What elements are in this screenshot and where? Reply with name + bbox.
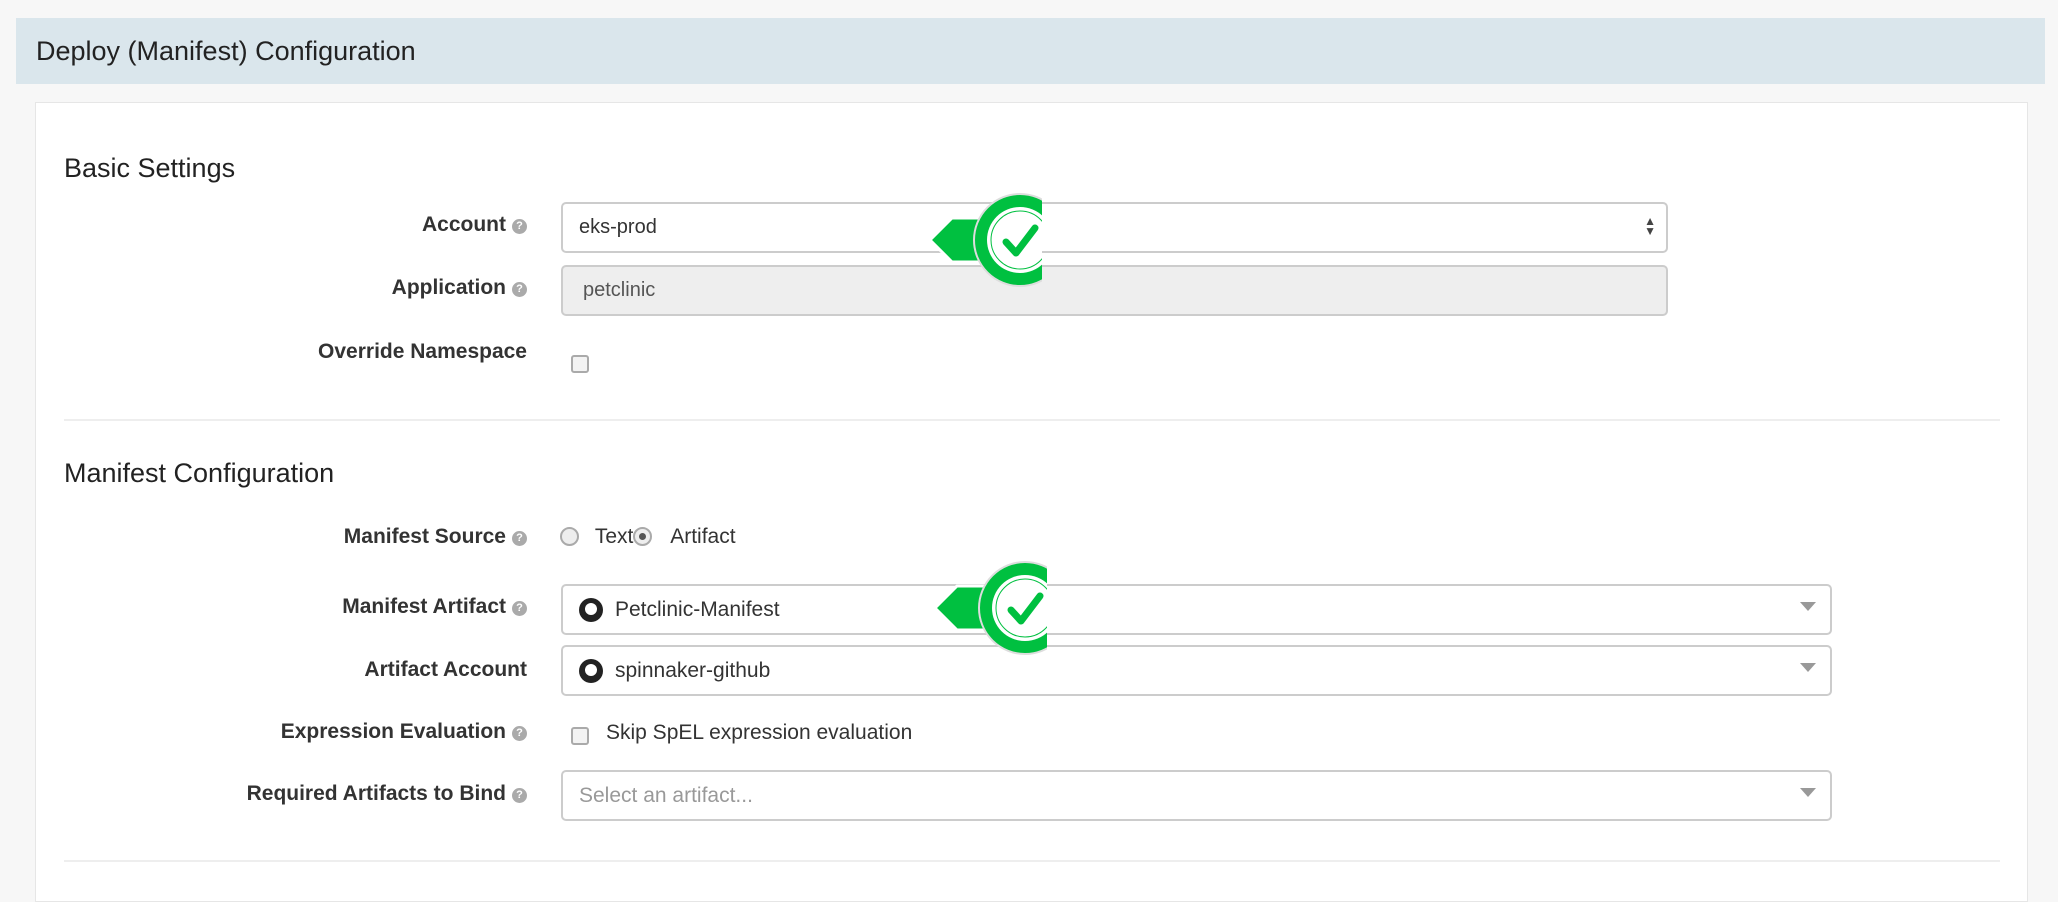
required-artifacts-placeholder: Select an artifact... [579,783,753,807]
manifest-artifact-value: Petclinic-Manifest [615,597,780,621]
help-icon[interactable]: ? [512,219,527,234]
account-value: eks-prod [579,216,657,238]
expression-evaluation-label: Expression Evaluation? [27,720,527,744]
divider [64,860,2000,862]
manifest-source-label: Manifest Source? [27,525,527,549]
github-icon [579,597,603,622]
help-icon[interactable]: ? [512,282,527,297]
stage-header: Deploy (Manifest) Configuration [16,18,2045,84]
radio-text[interactable] [560,527,579,546]
help-icon[interactable]: ? [512,601,527,616]
help-icon[interactable]: ? [512,726,527,741]
radio-artifact-label[interactable]: Artifact [670,525,735,548]
account-label-text: Account [422,213,506,236]
chevron-down-icon [1800,788,1816,797]
manifest-artifact-select[interactable]: Petclinic-Manifest [561,584,1832,635]
skip-spel-label[interactable]: Skip SpEL expression evaluation [606,721,912,745]
manifest-artifact-label: Manifest Artifact? [27,595,527,619]
account-select[interactable]: eks-prod ▲ ▼ [561,202,1668,253]
account-label: Account? [27,213,527,237]
help-icon[interactable]: ? [512,788,527,803]
manifest-source-radios: Text Artifact [560,525,736,549]
checkmark-callout-icon [927,193,1042,287]
skip-spel-checkbox[interactable] [571,727,589,745]
page-title: Deploy (Manifest) Configuration [36,36,416,66]
section-title-basic: Basic Settings [64,153,236,183]
sort-arrows-icon: ▲ ▼ [1644,214,1656,238]
checkmark-callout-icon [932,561,1047,655]
override-namespace-label: Override Namespace [318,340,527,363]
expression-evaluation-label-text: Expression Evaluation [280,720,506,743]
github-icon [579,658,603,683]
chevron-down-icon [1800,663,1816,672]
artifact-account-select[interactable]: spinnaker-github [561,645,1832,696]
help-icon[interactable]: ? [512,531,527,546]
radio-artifact[interactable] [633,527,653,546]
application-input[interactable]: petclinic [561,265,1668,316]
application-label: Application? [27,276,527,300]
artifact-account-label: Artifact Account [364,658,527,681]
manifest-artifact-label-text: Manifest Artifact [342,595,506,618]
manifest-source-label-text: Manifest Source [343,525,506,548]
required-artifacts-label: Required Artifacts to Bind? [27,782,527,806]
application-value: petclinic [583,279,656,301]
section-title-manifest: Manifest Configuration [64,458,335,488]
required-artifacts-select[interactable]: Select an artifact... [561,770,1832,821]
application-label-text: Application [391,276,506,299]
artifact-account-value: spinnaker-github [615,658,771,682]
radio-text-label[interactable]: Text [595,525,634,548]
divider [64,419,2000,421]
required-artifacts-label-text: Required Artifacts to Bind [246,782,506,805]
override-namespace-checkbox[interactable] [571,355,589,373]
chevron-down-icon [1800,602,1816,611]
